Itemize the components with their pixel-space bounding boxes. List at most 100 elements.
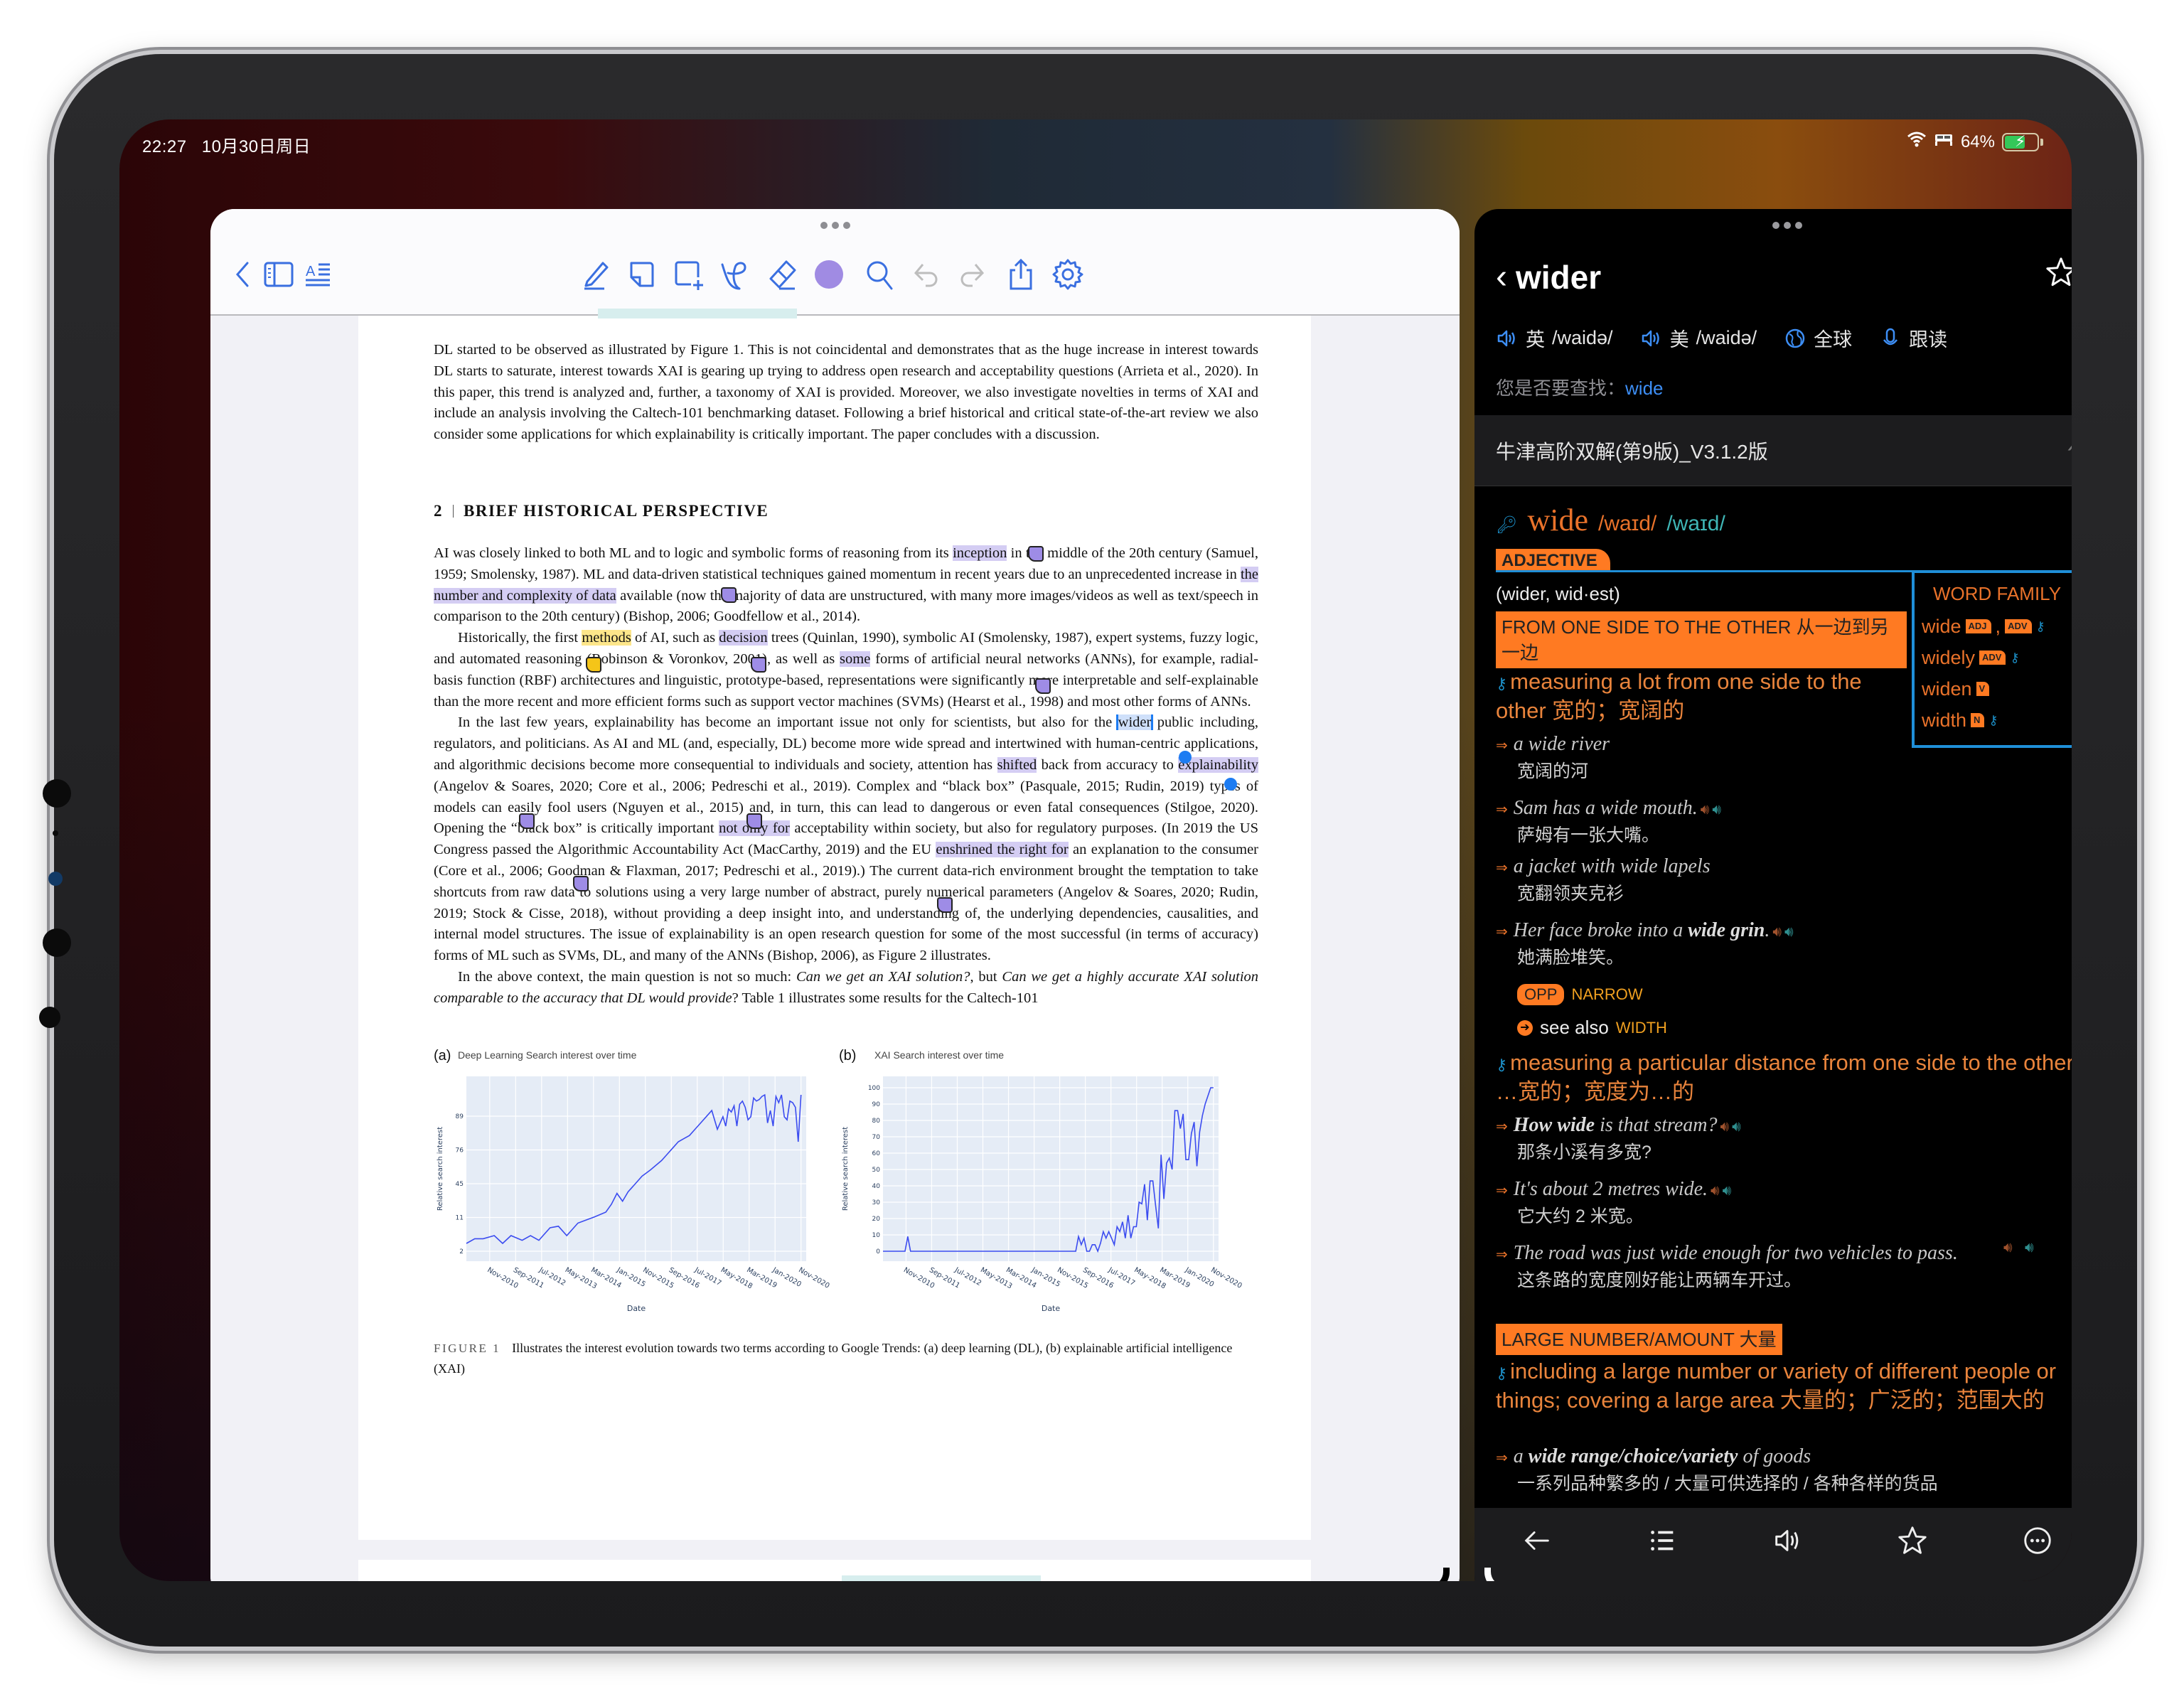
speaker-us-icon[interactable]: 🔊︎ [1723,1178,1732,1204]
x-axis-title: Date [1042,1304,1061,1313]
battery-icon: ⚡ [2002,132,2039,151]
search-button[interactable] [862,256,899,293]
speaker-us-icon[interactable]: 🔊︎ [2025,1240,2034,1256]
sticky-note-marker[interactable] [746,813,762,829]
sticky-note-button[interactable] [623,256,660,293]
undo-button[interactable] [907,256,944,293]
pron-uk-button[interactable]: 英/waidə/ [1496,324,1613,352]
pron-us-button[interactable]: 美/waidə/ [1640,324,1757,352]
dictionary-source-header[interactable]: 牛津高阶双解(第9版)_V3.1.2版 ^ [1474,415,2072,486]
y-tick-label: 45 [456,1181,464,1188]
headword: wide [1527,503,1588,537]
redo-button[interactable] [954,256,991,293]
sticky-note-marker[interactable] [1035,678,1051,694]
speaker-uk-icon[interactable]: 🔊︎ [1720,1114,1730,1140]
sticky-note-marker[interactable] [586,657,601,673]
example: ⇒ How wide is that stream? 🔊︎ 🔊︎ 那条小溪有多宽? [1496,1114,1741,1162]
did-you-mean: 您是否要查找：wide [1496,378,1664,399]
see-also-link[interactable]: WIDTH [1616,1019,1667,1037]
sticky-note-marker[interactable] [519,813,535,829]
color-picker-button[interactable] [810,256,847,293]
follow-read-button[interactable]: 跟读 [1879,324,1947,352]
back-button[interactable] [225,256,262,293]
multitasking-handle[interactable] [820,222,850,229]
word-family-item[interactable]: wide ADJ, ADV ⚷ [1922,611,2072,642]
highlight[interactable]: decision [719,630,768,646]
example: ⇒ a wide range/choice/variety of goods 一系列… [1496,1445,1938,1494]
suggested-word-link[interactable]: wide [1625,378,1663,399]
speaker-uk-icon[interactable]: 🔊︎ [1772,919,1782,945]
pdf-page[interactable]: DL started to be observed as illustrated… [358,309,1311,1540]
status-time: 22:27 10月30日周日 [142,132,311,157]
highlight[interactable]: methods [582,630,631,646]
eraser-tool-button[interactable] [764,256,801,293]
add-shape-button[interactable] [670,256,707,293]
speaker-button[interactable] [1767,1521,1807,1561]
chart-title: XAI Search interest over time [874,1049,1005,1061]
speaker-uk-icon[interactable]: 🔊︎ [1701,797,1710,823]
pencil-icon [584,262,609,290]
window-resize-handle[interactable] [1425,1568,1450,1581]
lasso-tool-button[interactable] [717,256,754,293]
text-format-button[interactable]: A [301,256,338,293]
x-axis-title: Date [627,1304,646,1313]
speaker-us-icon[interactable]: 🔊︎ [1712,797,1721,823]
selected-word[interactable]: wider [1118,714,1152,731]
y-tick-label: 10 [872,1232,881,1239]
highlight[interactable]: inception [953,545,1007,561]
example: ⇒ It's about 2 metres wide. 🔊︎ 🔊︎ 它大约 2 米宽。 [1496,1178,1732,1226]
microphone-icon [1883,328,1898,345]
figure-caption: FIGURE 1 Illustrates the interest evoluti… [434,1341,1233,1376]
page-footer-publisher: WILEY | 3 of 13 [1112,1580,1188,1581]
search-icon [867,261,893,290]
selection-start-handle[interactable] [1179,751,1192,764]
favorite-button[interactable] [1893,1521,1932,1561]
sidebar-toggle-button[interactable] [260,256,297,293]
word-family-item[interactable]: width N ⚷ [1922,705,2072,736]
selection-end-handle[interactable] [1224,778,1237,791]
share-button[interactable] [1002,256,1039,293]
example: ⇒ The road was just wide enough for two v… [1496,1242,1958,1290]
figure-b: (b) XAI Search interest over time Nov-20… [839,1048,1251,1318]
word-family-item[interactable]: widely ADV ⚷ [1922,642,2072,673]
highlight[interactable]: shifted [997,756,1037,773]
ipa-uk[interactable]: /waɪd/ [1598,512,1656,536]
screen: 22:27 10月30日周日 64% ⚡ A DL started to be … [119,119,2072,1581]
see-also: ➔ see also WIDTH [1517,1017,1667,1039]
sticky-note-marker[interactable] [573,876,589,892]
sticky-note-marker[interactable] [721,587,737,603]
collapse-chevron-icon[interactable]: ^ [2067,439,2072,461]
speaker-us-icon[interactable]: 🔊︎ [1732,1114,1741,1140]
sticky-note-marker[interactable] [751,657,766,673]
highlight[interactable]: some [840,651,871,667]
speaker-uk-icon[interactable]: 🔊︎ [1711,1178,1720,1204]
chart-title: Deep Learning Search interest over time [458,1049,637,1061]
word-family-item[interactable]: widen V [1922,673,2072,705]
pronunciation-row: 英/waidə/ 美/waidə/ 全球 跟读 [1496,324,1974,352]
window-resize-handle[interactable] [1484,1568,1509,1581]
favorite-star-icon[interactable] [2045,256,2072,289]
charging-bolt-icon: ⚡ [2015,132,2026,150]
dictionary-back-button[interactable]: ‹ wider [1496,257,1601,296]
highlight[interactable]: enshrined the right for [936,842,1069,858]
sticky-note-marker[interactable] [1028,546,1044,562]
speaker-uk-icon[interactable]: 🔊︎ [2003,1240,2013,1256]
sticky-note-icon [630,262,654,287]
more-button[interactable] [2018,1521,2057,1561]
pen-tool-button[interactable] [576,256,613,293]
settings-button[interactable] [1049,256,1086,293]
sticky-note-marker[interactable] [937,897,953,913]
global-pron-button[interactable]: 全球 [1784,324,1852,352]
list-icon [1651,1531,1674,1551]
list-button[interactable] [1642,1521,1682,1561]
opposite-word-link[interactable]: NARROW [1571,985,1642,1004]
y-axis-title: Relative search interest [437,1127,444,1211]
ipa-us[interactable]: /waɪd/ [1666,512,1725,536]
pdf-next-page[interactable]: ANGELOV ET AL. WIREs WILEY | 3 of 13 [358,1560,1311,1581]
back-arrow-button[interactable] [1517,1521,1557,1561]
pdf-app-window: A DL started to be observed as illustrat… [210,209,1460,1581]
speaker-us-icon[interactable]: 🔊︎ [1784,919,1794,945]
dictionary-app-window: ‹ wider 英/waidə/ 美/waidə/ 全球 跟读 您是否要查找：w… [1474,209,2072,1581]
speaker-icon [1497,330,1515,346]
document-viewer[interactable]: DL started to be observed as illustrated… [210,309,1460,1581]
